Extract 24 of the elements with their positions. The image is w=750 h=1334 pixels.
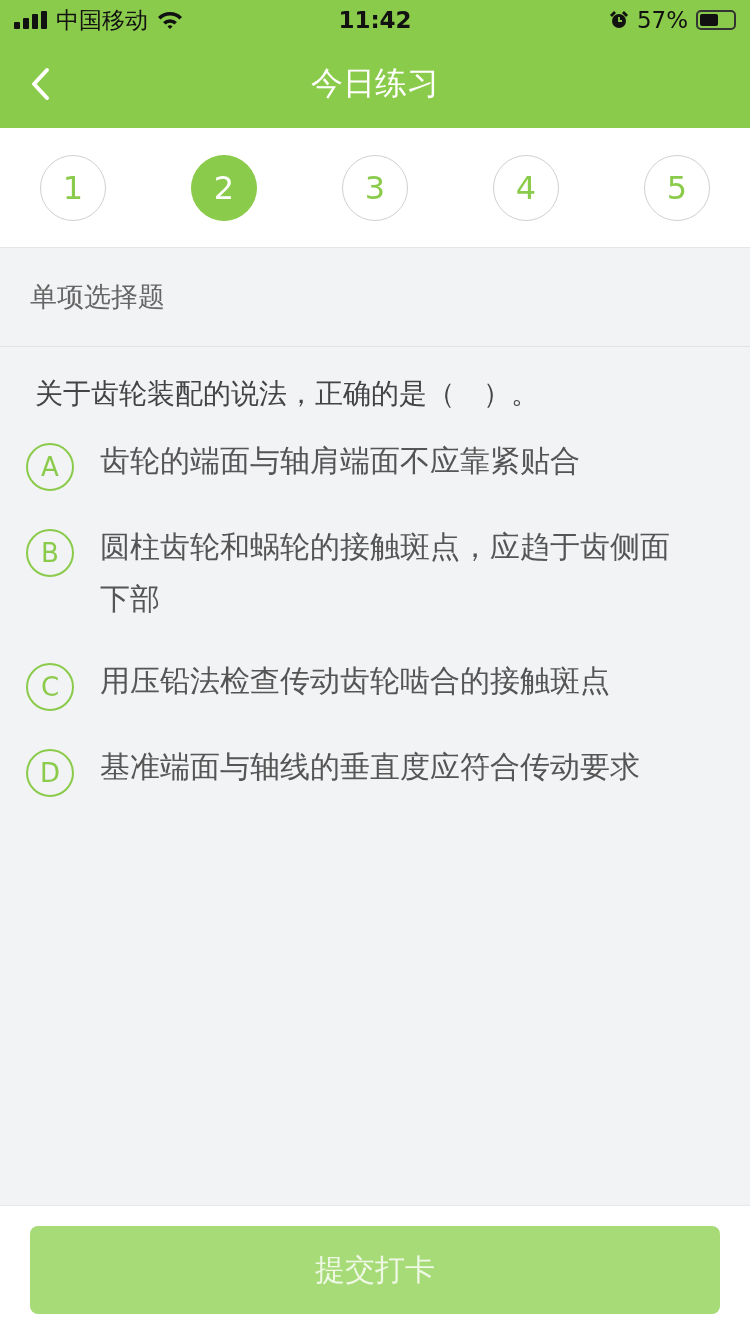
question-number[interactable]: 3 (342, 154, 408, 221)
carrier-name: 中国移动 (56, 5, 148, 35)
question-number[interactable]: 1 (40, 154, 106, 221)
battery-icon (696, 10, 736, 30)
option-text[interactable]: 用压铅法检查传动齿轮啮合的接触斑点 (100, 655, 696, 707)
clock-time: 11:42 (338, 7, 412, 33)
alarm-icon (608, 10, 629, 30)
wifi-icon (156, 10, 184, 30)
question-text: 关于齿轮装配的说法，正确的是（ ）。 (34, 376, 540, 412)
option-text[interactable]: 圆柱齿轮和蜗轮的接触斑点，应趋于齿侧面下部 (100, 521, 696, 625)
option-text[interactable]: 齿轮的端面与轴肩端面不应靠紧贴合 (100, 435, 696, 487)
option-text[interactable]: 基准端面与轴线的垂直度应符合传动要求 (100, 741, 696, 793)
signal-icon (14, 11, 48, 29)
option-letter[interactable]: C (26, 663, 74, 711)
back-icon[interactable] (30, 67, 50, 101)
question-number[interactable]: 2 (191, 154, 257, 221)
section-title: 单项选择题 (30, 280, 165, 314)
question-number[interactable]: 5 (644, 154, 710, 221)
option-letter[interactable]: A (26, 443, 74, 491)
page-title: 今日练习 (311, 63, 439, 104)
question-number[interactable]: 4 (493, 154, 559, 221)
option-letter[interactable]: D (26, 749, 74, 797)
option-letter[interactable]: B (26, 529, 74, 577)
battery-percent: 57% (636, 7, 688, 33)
